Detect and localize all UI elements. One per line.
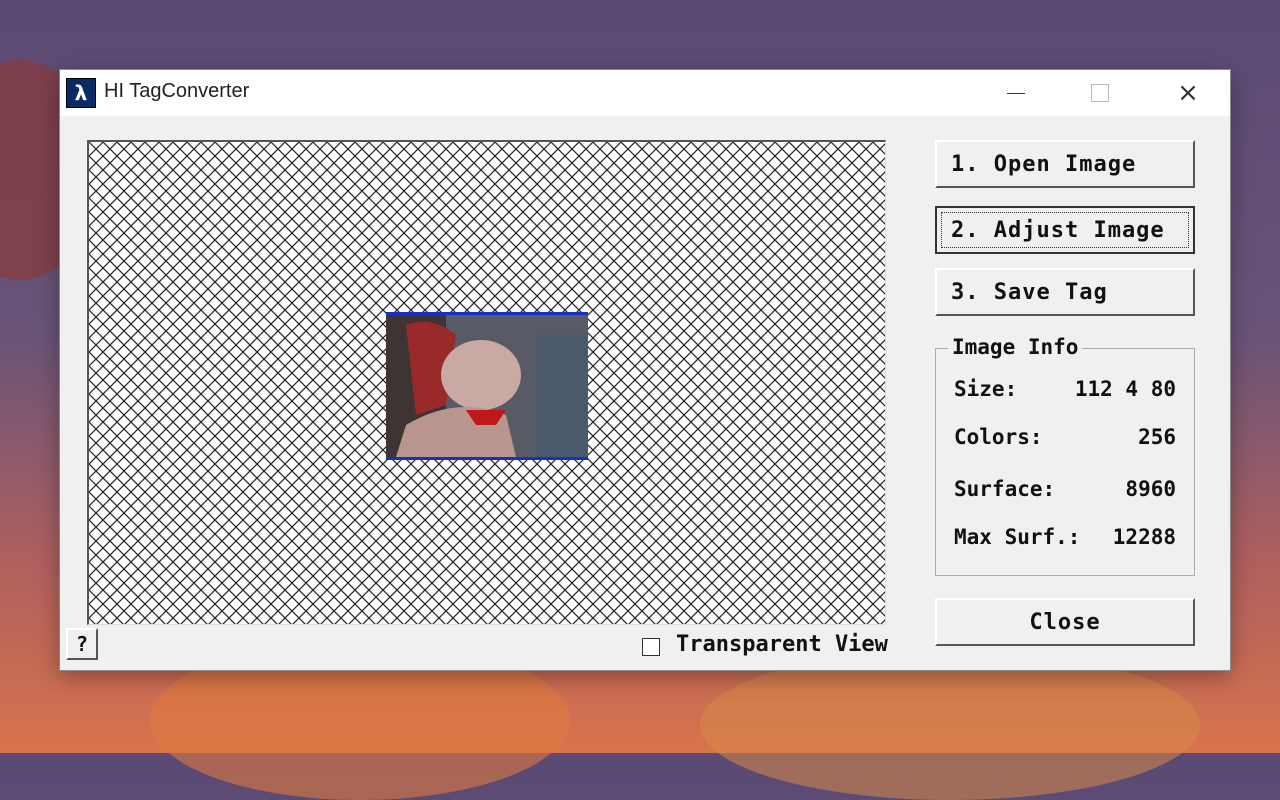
minimize-button[interactable] — [986, 70, 1046, 116]
info-value: 8960 — [1125, 477, 1176, 501]
focus-ring — [941, 212, 1189, 248]
image-info-group: Image Info Size: 112 4 80 Colors: 256 Su… — [935, 335, 1195, 576]
info-value: 112 4 80 — [1074, 377, 1176, 401]
open-image-button[interactable]: 1. Open Image — [935, 140, 1195, 188]
minimize-icon — [1007, 92, 1025, 94]
maximize-icon — [1091, 84, 1109, 102]
info-value: 256 — [1138, 425, 1176, 449]
info-row-max-surf: Max Surf.: 12288 — [954, 525, 1176, 555]
info-row-size: Size: 112 4 80 — [954, 377, 1176, 407]
save-tag-button[interactable]: 3. Save Tag — [935, 268, 1195, 316]
window-title: HI TagConverter — [104, 80, 250, 102]
maximize-button[interactable] — [1070, 70, 1130, 116]
half-life-lambda-icon: λ — [66, 78, 96, 108]
info-label: Colors: — [954, 425, 1043, 449]
transparent-view-label[interactable]: Transparent View — [676, 632, 888, 657]
image-canvas — [87, 140, 886, 625]
transparent-view-checkbox[interactable] — [642, 638, 660, 656]
tagconverter-window: λ HI TagConverter × 1. Open Image 2. Adj… — [60, 70, 1230, 670]
preview-thumbnail — [386, 315, 588, 457]
wallpaper-shape — [700, 650, 1200, 800]
info-label: Max Surf.: — [954, 525, 1081, 549]
info-label: Size: — [954, 377, 1018, 401]
close-window-button[interactable]: × — [1158, 70, 1218, 116]
info-row-surface: Surface: 8960 — [954, 477, 1176, 507]
info-row-colors: Colors: 256 — [954, 425, 1176, 455]
info-label: Surface: — [954, 477, 1056, 501]
title-bar[interactable]: λ HI TagConverter × — [60, 70, 1230, 116]
help-button[interactable]: ? — [66, 628, 98, 660]
close-button[interactable]: Close — [935, 598, 1195, 646]
info-value: 12288 — [1112, 525, 1176, 549]
image-info-legend: Image Info — [948, 335, 1083, 359]
image-preview — [386, 312, 588, 460]
adjust-image-button[interactable]: 2. Adjust Image — [935, 206, 1195, 254]
